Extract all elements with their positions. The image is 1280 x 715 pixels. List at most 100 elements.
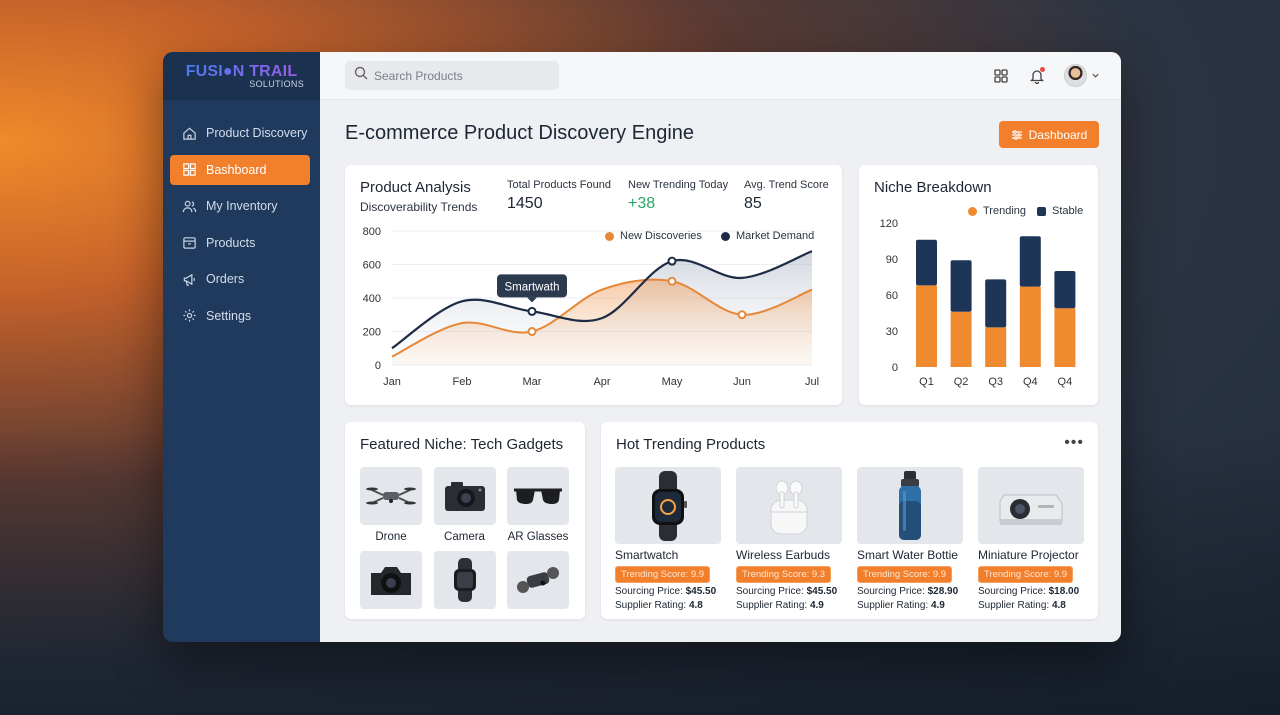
y-tick-label: 200 (363, 327, 381, 339)
line-chart: 0 200 400 600 800 Jan Feb Mar Apr May Jun Jul Smartw… (363, 226, 819, 388)
page-title: E-commerce Product Discovery Engine (345, 122, 695, 144)
sidebar: FUSI●N TRAIL SOLUTIONS Product Discovery… (163, 52, 320, 642)
smartwatch-icon (433, 551, 496, 609)
rating-label: Supplier Rating: (736, 600, 808, 611)
bar-stable (1054, 271, 1076, 309)
mini-drone-icon (507, 551, 569, 609)
sidebar-item-my-inventory[interactable]: My Inventory (170, 191, 310, 221)
trending-score-badge: Trending Score: 9.9 (857, 566, 953, 583)
sidebar-item-label: Bashboard (206, 162, 267, 177)
rating-value: 4.8 (688, 600, 703, 611)
sidebar-item-bashboard[interactable]: Bashboard (170, 154, 310, 185)
bar-chart: 0 30 60 90 120 Q1 Q2 Q3 Q4 Q4 (880, 218, 1076, 388)
featured-title: Featured Niche: Tech Gadgets (360, 436, 564, 453)
dashboard-button[interactable]: Dashboard (999, 121, 1099, 148)
box-icon (181, 235, 197, 251)
drone-icon (360, 467, 422, 525)
featured-item-mini-drone[interactable] (507, 551, 569, 614)
hot-trending-card: Hot Trending Products ••• Smartwatch Tre… (601, 422, 1098, 619)
product-card-smart-water-bottle[interactable]: Smart Water Bottie Trending Score: 9.9 S… (857, 467, 963, 611)
price-value: $45.50 (806, 586, 838, 597)
bar-trending (950, 311, 972, 367)
featured-item-smartwatch[interactable] (433, 551, 496, 614)
supplier-rating: Supplier Rating: 4.9 (736, 600, 842, 611)
sidebar-item-products[interactable]: Products (170, 228, 310, 258)
featured-item-camera[interactable]: Camera (433, 467, 496, 551)
supplier-rating: Supplier Rating: 4.8 (615, 600, 721, 611)
x-tick-label: Jan (383, 376, 401, 388)
notification-bell-icon[interactable] (1027, 66, 1047, 86)
price-label: Sourcing Price: (978, 586, 1046, 597)
earbuds-icon (736, 467, 842, 544)
tooltip-arrow (527, 297, 537, 303)
sidebar-nav: Product Discovery Bashboard My Inventory… (163, 118, 320, 331)
sidebar-item-settings[interactable]: Settings (170, 301, 310, 331)
x-tick-label: Apr (593, 376, 610, 388)
product-name: Wireless Earbuds (736, 548, 831, 562)
x-tick-label: Q4 (1058, 376, 1073, 388)
price-value: $45.50 (685, 586, 717, 597)
main-content: E-commerce Product Discovery Engine Dash… (320, 52, 1121, 642)
bar-trending (985, 327, 1007, 367)
trending-score-badge: Trending Score: 9.9 (978, 566, 1074, 583)
data-point-new-discoveries (737, 310, 747, 320)
sliders-icon (1011, 129, 1022, 140)
more-options-icon[interactable]: ••• (1064, 434, 1084, 452)
product-name: Smart Water Bottie (857, 548, 958, 562)
rating-label: Supplier Rating: (978, 600, 1050, 611)
grid-icon (181, 162, 197, 178)
sourcing-price: Sourcing Price: $18.00 (978, 586, 1084, 597)
sidebar-item-orders[interactable]: Orders (170, 264, 310, 294)
avatar (1064, 64, 1087, 87)
search-input[interactable] (374, 68, 544, 83)
x-tick-label: Q2 (954, 376, 969, 388)
x-tick-label: May (662, 376, 683, 388)
rating-label: Supplier Rating: (615, 600, 687, 611)
featured-item-label: Drone (375, 531, 407, 543)
y-tick-label: 30 (886, 326, 898, 338)
price-label: Sourcing Price: (857, 586, 925, 597)
niche-breakdown-card: Niche Breakdown Trending Stable 0 30 60 90 1… (859, 165, 1098, 405)
notification-dot (1040, 66, 1045, 72)
product-name: Miniature Projector (978, 548, 1079, 562)
data-point-market-demand (527, 306, 537, 316)
sidebar-item-product-discovery[interactable]: Product Discovery (170, 118, 310, 148)
y-tick-label: 60 (886, 290, 898, 302)
rating-label: Supplier Rating: (857, 600, 929, 611)
product-card-miniature-projector[interactable]: Miniature Projector Trending Score: 9.9 … (978, 467, 1084, 611)
apps-grid-icon[interactable] (991, 66, 1011, 86)
projector-icon (978, 467, 1084, 544)
gear-icon (181, 308, 197, 324)
price-value: $28.90 (927, 586, 959, 597)
product-list: Smartwatch Trending Score: 9.9 Sourcing … (615, 467, 1099, 611)
featured-item-dslr[interactable] (360, 551, 422, 614)
featured-item-label: Camera (444, 531, 485, 543)
product-card-wireless-earbuds[interactable]: Wireless Earbuds Trending Score: 9.3 Sou… (736, 467, 842, 611)
bottle-icon (857, 467, 963, 544)
dslr-icon (360, 551, 422, 609)
product-analysis-card: Product Analysis Discoverability Trends … (345, 165, 842, 405)
users-icon (181, 198, 197, 214)
bar-stable (950, 260, 972, 312)
featured-item-ar-glasses[interactable]: AR Glasses (507, 467, 569, 551)
data-point-market-demand (667, 256, 677, 266)
user-menu[interactable] (1063, 64, 1101, 87)
bar-stable (1019, 236, 1041, 287)
tooltip-text: Smartwath (505, 281, 560, 293)
x-tick-label: Feb (453, 376, 472, 388)
sidebar-item-label: Products (206, 235, 256, 250)
search-box[interactable] (345, 61, 559, 90)
x-tick-label: Mar (523, 376, 542, 388)
supplier-rating: Supplier Rating: 4.8 (978, 600, 1084, 611)
product-name: Smartwatch (615, 548, 679, 562)
featured-item-drone[interactable]: Drone (360, 467, 422, 551)
sidebar-item-label: Orders (206, 272, 245, 286)
sourcing-price: Sourcing Price: $45.50 (736, 586, 842, 597)
brand-logo[interactable]: FUSI●N TRAIL SOLUTIONS (163, 52, 320, 100)
dashboard-button-label: Dashboard (1028, 127, 1088, 142)
trending-score-badge: Trending Score: 9.3 (736, 566, 832, 583)
bar-stable (985, 279, 1007, 328)
home-icon (181, 125, 197, 141)
bar-trending (1054, 308, 1076, 367)
product-card-smartwatch[interactable]: Smartwatch Trending Score: 9.9 Sourcing … (615, 467, 721, 611)
